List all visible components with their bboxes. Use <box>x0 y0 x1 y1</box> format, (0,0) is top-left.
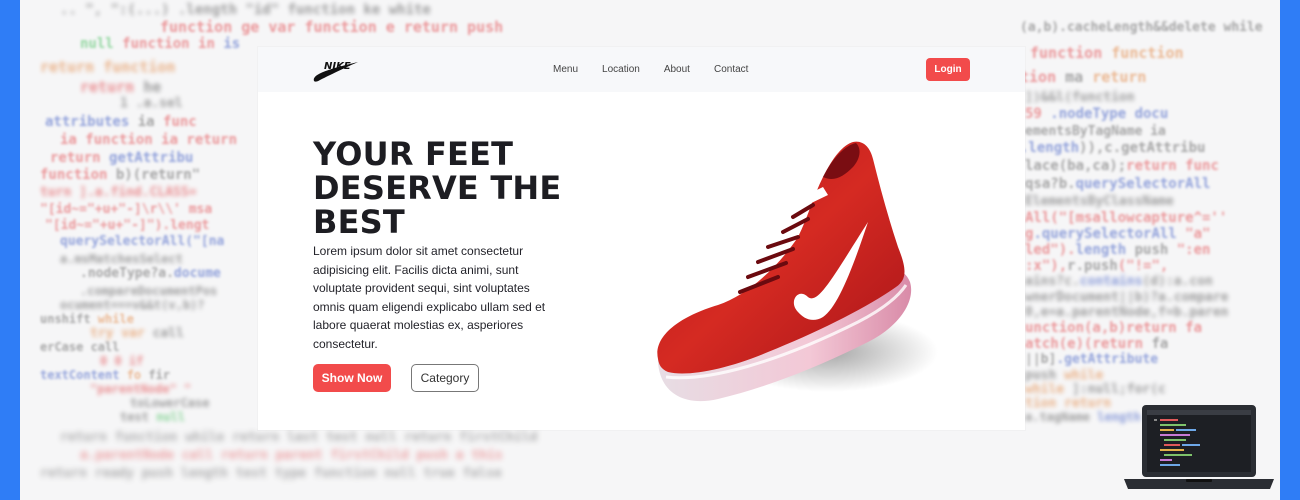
code-line: 0 0 if <box>100 354 144 368</box>
code-line: textContent fo fir <box>40 368 171 382</box>
code-line: qsa?b.querySelectorAll <box>1025 176 1211 192</box>
hero-description: Lorem ipsum dolor sit amet consectetur a… <box>313 244 546 351</box>
code-line: toLowerCase <box>130 396 210 410</box>
code-line: try var call <box>90 326 184 341</box>
code-line: .compareDocumentPos <box>80 284 218 298</box>
code-line: 59 .nodeType docu <box>1025 106 1169 122</box>
hero-title-line: YOUR FEET <box>313 135 514 173</box>
nike-logo[interactable]: NIKE <box>312 57 360 85</box>
code-line: function ge var function e return push <box>160 18 504 36</box>
screen-frame: .. ", ":(...) .length "id" function ke w… <box>0 0 1300 500</box>
nav-links: Menu Location About Contact <box>553 64 772 75</box>
login-button[interactable]: Login <box>926 58 970 81</box>
code-line: a.parentNode call return parent firstChi… <box>80 448 503 463</box>
nav-item-location[interactable]: Location <box>602 64 640 75</box>
code-line: (a,b).cacheLength&&delete while <box>1020 20 1263 35</box>
hero-title: YOUR FEET DESERVE THE BEST <box>313 137 573 239</box>
shoe-icon <box>657 141 938 402</box>
website-card: NIKE Menu Location About Contact Login Y… <box>258 47 1025 430</box>
nike-swoosh-icon: NIKE <box>313 61 358 82</box>
nav-item-contact[interactable]: Contact <box>714 64 748 75</box>
navbar: NIKE Menu Location About Contact Login <box>258 47 1025 92</box>
code-line: ||b].getAttribute <box>1025 352 1159 367</box>
code-line: ains?c.contains(d):a.con <box>1025 274 1213 289</box>
hero-shoe-image <box>648 137 938 417</box>
code-line: function function <box>1030 44 1184 62</box>
code-line: return getAttribu <box>50 150 194 166</box>
hero-title-line: DESERVE THE <box>313 169 562 207</box>
hero-title-line: BEST <box>313 203 405 241</box>
code-line: attributes ia func <box>45 114 197 130</box>
code-line: ia function ia return <box>60 132 238 148</box>
code-line: tion ma return <box>1020 68 1147 86</box>
code-line: g.querySelectorAll "a" <box>1025 226 1211 242</box>
code-line: unshift while <box>40 312 134 326</box>
code-line: .nodeType?a.docume <box>80 266 221 281</box>
code-line: ocument===v&&t(v,b)? <box>60 298 205 312</box>
code-line: atch(e)(return fa <box>1025 336 1169 352</box>
code-line: tion return <box>1025 396 1112 411</box>
code-line: querySelectorAll("[na <box>60 234 225 249</box>
code-line: test null <box>120 410 186 424</box>
code-line: All("[msallowcapture^='' <box>1025 210 1228 226</box>
show-now-button[interactable]: Show Now <box>313 364 391 392</box>
code-line: erCase call <box>40 340 120 354</box>
category-button[interactable]: Category <box>411 364 479 392</box>
code-line: wnerDocument||b)?a.compare <box>1025 290 1229 305</box>
code-line: function b)(return" <box>40 167 201 183</box>
laptop-icon <box>1124 403 1274 491</box>
code-line: turn ].a.find.CLASS= <box>40 185 197 200</box>
code-line: return function <box>40 58 176 76</box>
code-line: .length)),c.getAttribu <box>1020 140 1206 156</box>
code-line: a.msMatchesSelect <box>60 252 183 266</box>
nav-item-about[interactable]: About <box>664 64 690 75</box>
code-line: while ]:null;for(c <box>1025 382 1166 397</box>
code-line: lace(ba,ca);return func <box>1025 158 1219 174</box>
code-line: ementsByTagName ia <box>1025 124 1166 139</box>
code-line: "parentNode" " <box>90 382 192 396</box>
code-line: push while <box>1025 368 1104 383</box>
code-line: return function while return last test n… <box>60 430 538 445</box>
code-line: :x"),r.push("!=", <box>1025 258 1169 274</box>
code-line: 0,e=a.parentNode,f=b.paren <box>1025 305 1229 320</box>
code-line: ])&&l(function <box>1025 90 1135 105</box>
code-line: 1 .a.sel <box>120 96 183 111</box>
code-line: unction(a,b)return fa <box>1025 320 1203 336</box>
code-line: return he <box>80 78 162 96</box>
code-line: led").length push ":en <box>1025 242 1211 258</box>
code-line: null function in is <box>80 36 241 52</box>
code-line: "[id~="+u+"-]").lengt <box>45 218 210 233</box>
nav-item-menu[interactable]: Menu <box>553 64 578 75</box>
code-line: return ready push length test type funct… <box>40 466 502 481</box>
code-line: .. ", ":(...) .length "id" function ke w… <box>60 2 431 18</box>
code-line: ElementsByClassName <box>1025 194 1174 209</box>
code-line: "[id~="+u+"-]\r\\' msa <box>40 202 213 217</box>
